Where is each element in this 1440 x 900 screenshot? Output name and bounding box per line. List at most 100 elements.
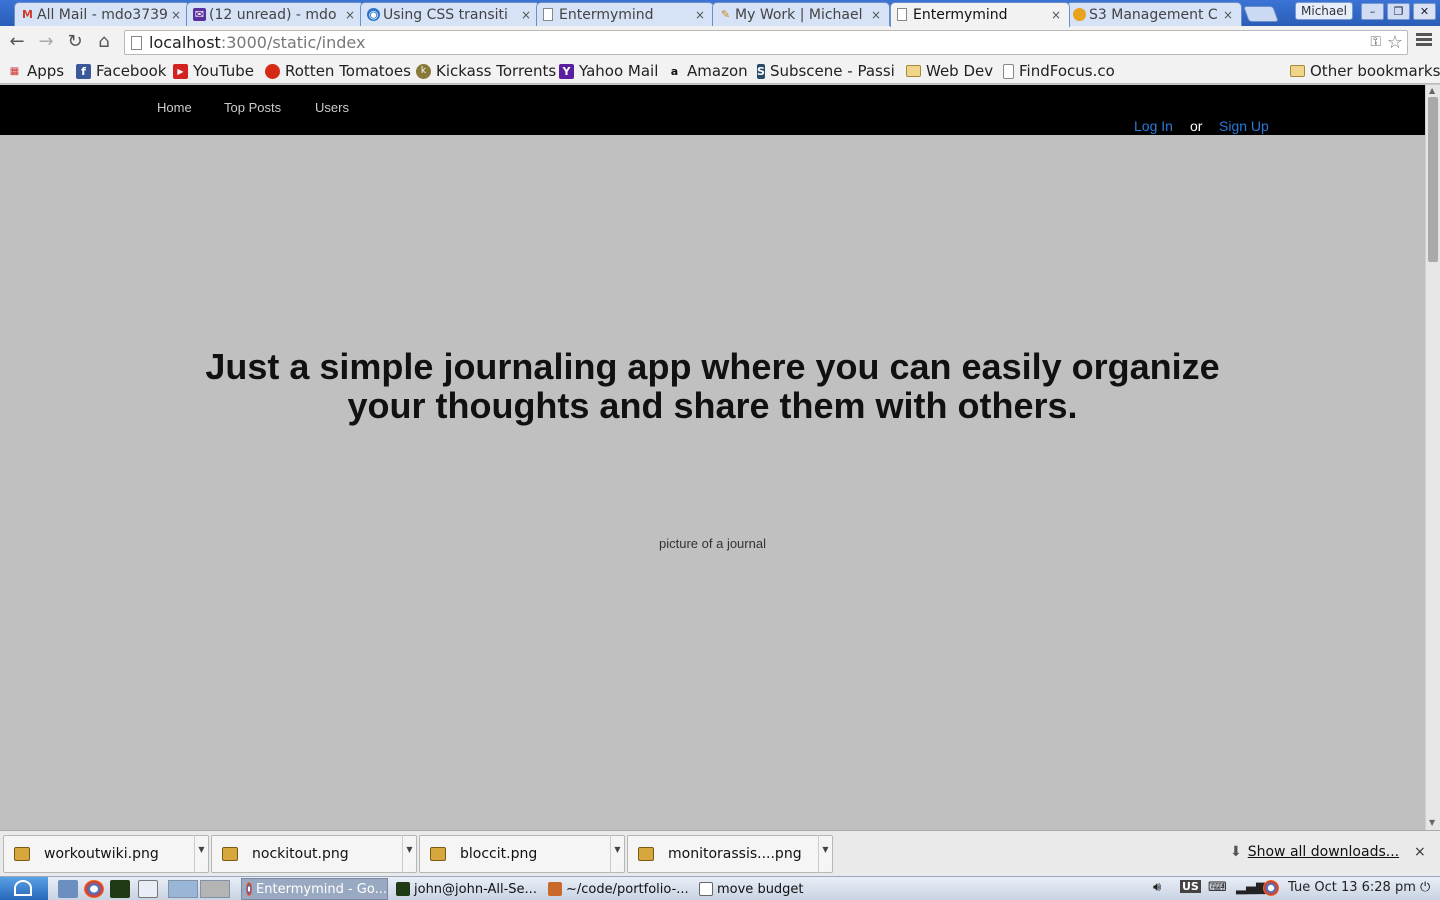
- download-shelf: workoutwiki.png ▼ nockitout.png ▼ blocci…: [0, 830, 1440, 876]
- bookmark-yahoo-mail[interactable]: Y Yahoo Mail: [559, 61, 658, 81]
- chrome-launcher-icon[interactable]: [84, 880, 104, 898]
- hamburger-menu-icon[interactable]: [1416, 33, 1432, 49]
- maximize-button[interactable]: ❐: [1387, 3, 1410, 20]
- workspace-2[interactable]: [200, 880, 230, 898]
- page-icon: [543, 8, 553, 21]
- taskbar-item-editor[interactable]: ~/code/portfolio-...: [544, 878, 692, 900]
- other-bookmarks[interactable]: Other bookmarks: [1290, 61, 1440, 81]
- network-signal-icon[interactable]: ▂▄▆: [1236, 880, 1266, 895]
- file-manager-icon[interactable]: [58, 880, 78, 898]
- minimize-button[interactable]: –: [1361, 3, 1384, 20]
- show-all-label: Show all downloads...: [1247, 844, 1400, 860]
- close-icon[interactable]: ×: [345, 8, 357, 22]
- reload-icon[interactable]: ↻: [64, 31, 86, 53]
- amazon-icon: a: [670, 64, 679, 78]
- image-file-icon: [638, 847, 654, 861]
- close-icon[interactable]: ×: [871, 8, 883, 22]
- tab-entermymind-1[interactable]: Entermymind ×: [536, 2, 714, 26]
- bookmark-rotten-tomatoes[interactable]: Rotten Tomatoes: [265, 61, 411, 81]
- tab-title: S3 Management C: [1089, 6, 1218, 23]
- tab-entermymind-active[interactable]: Entermymind ×: [890, 2, 1070, 27]
- bookmark-findfocus[interactable]: FindFocus.co: [1003, 61, 1115, 81]
- close-icon[interactable]: ×: [1223, 8, 1235, 22]
- volume-icon[interactable]: 🔊︎: [1153, 880, 1161, 895]
- taskbar-item-terminal[interactable]: john@john-All-Se...: [392, 878, 540, 900]
- close-window-button[interactable]: ✕: [1413, 3, 1436, 20]
- download-filename: workoutwiki.png: [44, 846, 159, 862]
- browser-toolbar: ← → ↻ ⌂ localhost:3000/static/index ⚿ ☆: [0, 26, 1440, 58]
- close-icon[interactable]: ×: [1051, 8, 1063, 22]
- download-item[interactable]: monitorassis....png ▼: [627, 835, 833, 873]
- url-text[interactable]: localhost:3000/static/index: [149, 33, 365, 52]
- start-menu-button[interactable]: [0, 877, 48, 900]
- url-path: :3000/static/index: [220, 33, 366, 52]
- tab-all-mail[interactable]: M All Mail - mdo3739 ×: [14, 2, 190, 26]
- scroll-up-icon[interactable]: ▲: [1429, 86, 1435, 95]
- show-all-downloads-link[interactable]: ⬇ Show all downloads...: [1230, 844, 1399, 860]
- or-text: or: [1190, 118, 1203, 134]
- download-item[interactable]: workoutwiki.png ▼: [3, 835, 209, 873]
- download-filename: nockitout.png: [252, 846, 349, 862]
- tab-my-work[interactable]: ✎ My Work | Michael ×: [712, 2, 890, 26]
- clock[interactable]: Tue Oct 13 6:28 pm: [1288, 880, 1416, 895]
- page-icon: [131, 36, 142, 50]
- bookmark-facebook[interactable]: f Facebook: [76, 61, 166, 81]
- download-item[interactable]: nockitout.png ▼: [211, 835, 417, 873]
- key-icon[interactable]: ⚿: [1370, 34, 1381, 50]
- bookmark-subscene[interactable]: S Subscene - Passio: [757, 61, 894, 81]
- tab-yahoo-mail[interactable]: ✉ (12 unread) - mdo ×: [186, 2, 364, 26]
- bookmark-label: Subscene - Passio: [769, 62, 894, 80]
- folder-icon: [906, 65, 921, 77]
- bookmark-youtube[interactable]: ▶ YouTube: [173, 61, 254, 81]
- nav-top-posts-link[interactable]: Top Posts: [224, 100, 281, 115]
- download-item[interactable]: bloccit.png ▼: [419, 835, 625, 873]
- profile-button[interactable]: Michael: [1295, 2, 1353, 20]
- scroll-down-icon[interactable]: ▼: [1429, 818, 1435, 827]
- youtube-icon: ▶: [173, 63, 188, 79]
- chevron-down-icon[interactable]: ▼: [610, 835, 624, 873]
- tab-s3-management[interactable]: S3 Management C ×: [1066, 2, 1242, 26]
- bookmark-label: Yahoo Mail: [579, 62, 659, 80]
- keyboard-icon[interactable]: ⌨: [1208, 880, 1227, 895]
- bookmark-apps[interactable]: ▦ Apps: [7, 61, 64, 81]
- home-icon[interactable]: ⌂: [93, 31, 115, 53]
- tomato-icon: [265, 63, 280, 79]
- bookmark-web-dev[interactable]: Web Dev: [906, 61, 993, 81]
- chrome-tray-icon[interactable]: [1263, 880, 1279, 896]
- site-navbar: Home Top Posts Users Log In or Sign Up: [0, 85, 1425, 135]
- chevron-down-icon[interactable]: ▼: [402, 835, 416, 873]
- bookmark-label: Rotten Tomatoes: [285, 62, 411, 80]
- terminal-launcher-icon[interactable]: [110, 880, 130, 898]
- new-tab-button[interactable]: [1243, 6, 1279, 22]
- close-icon[interactable]: ×: [171, 8, 183, 22]
- workspace-1[interactable]: [168, 880, 198, 898]
- close-icon[interactable]: ×: [521, 8, 533, 22]
- bookmark-star-icon[interactable]: ☆: [1387, 32, 1403, 53]
- scrollbar-thumb[interactable]: [1428, 97, 1438, 262]
- window-launcher-icon[interactable]: [138, 880, 158, 898]
- close-icon[interactable]: ×: [1414, 844, 1426, 860]
- close-icon[interactable]: ×: [695, 8, 707, 22]
- address-bar[interactable]: localhost:3000/static/index ⚿ ☆: [124, 30, 1408, 55]
- signup-link[interactable]: Sign Up: [1219, 118, 1269, 134]
- image-file-icon: [14, 847, 30, 861]
- task-label: Entermymind - Go...: [256, 881, 387, 897]
- nav-users-link[interactable]: Users: [315, 100, 349, 115]
- taskbar-item-text-editor[interactable]: move budget: [695, 878, 815, 900]
- folder-icon: [1290, 65, 1305, 77]
- chevron-down-icon[interactable]: ▼: [818, 835, 832, 873]
- chevron-down-icon[interactable]: ▼: [194, 835, 208, 873]
- login-link[interactable]: Log In: [1134, 118, 1173, 134]
- back-icon[interactable]: ←: [6, 31, 28, 53]
- power-icon[interactable]: ⏻: [1420, 880, 1430, 895]
- vertical-scrollbar[interactable]: ▲ ▼: [1425, 85, 1440, 830]
- taskbar-item-chrome[interactable]: Entermymind - Go...: [241, 878, 388, 900]
- chrome-icon: [246, 882, 253, 896]
- bookmark-kickass[interactable]: k Kickass Torrents: [416, 61, 556, 81]
- bookmark-amazon[interactable]: a Amazon: [667, 61, 748, 81]
- bookmark-label: FindFocus.co: [1019, 62, 1115, 80]
- nav-home-link[interactable]: Home: [157, 100, 192, 115]
- tab-css-transitions[interactable]: ◉ Using CSS transiti ×: [360, 2, 540, 26]
- keyboard-layout-indicator[interactable]: US: [1180, 880, 1201, 893]
- forward-icon[interactable]: →: [35, 31, 57, 53]
